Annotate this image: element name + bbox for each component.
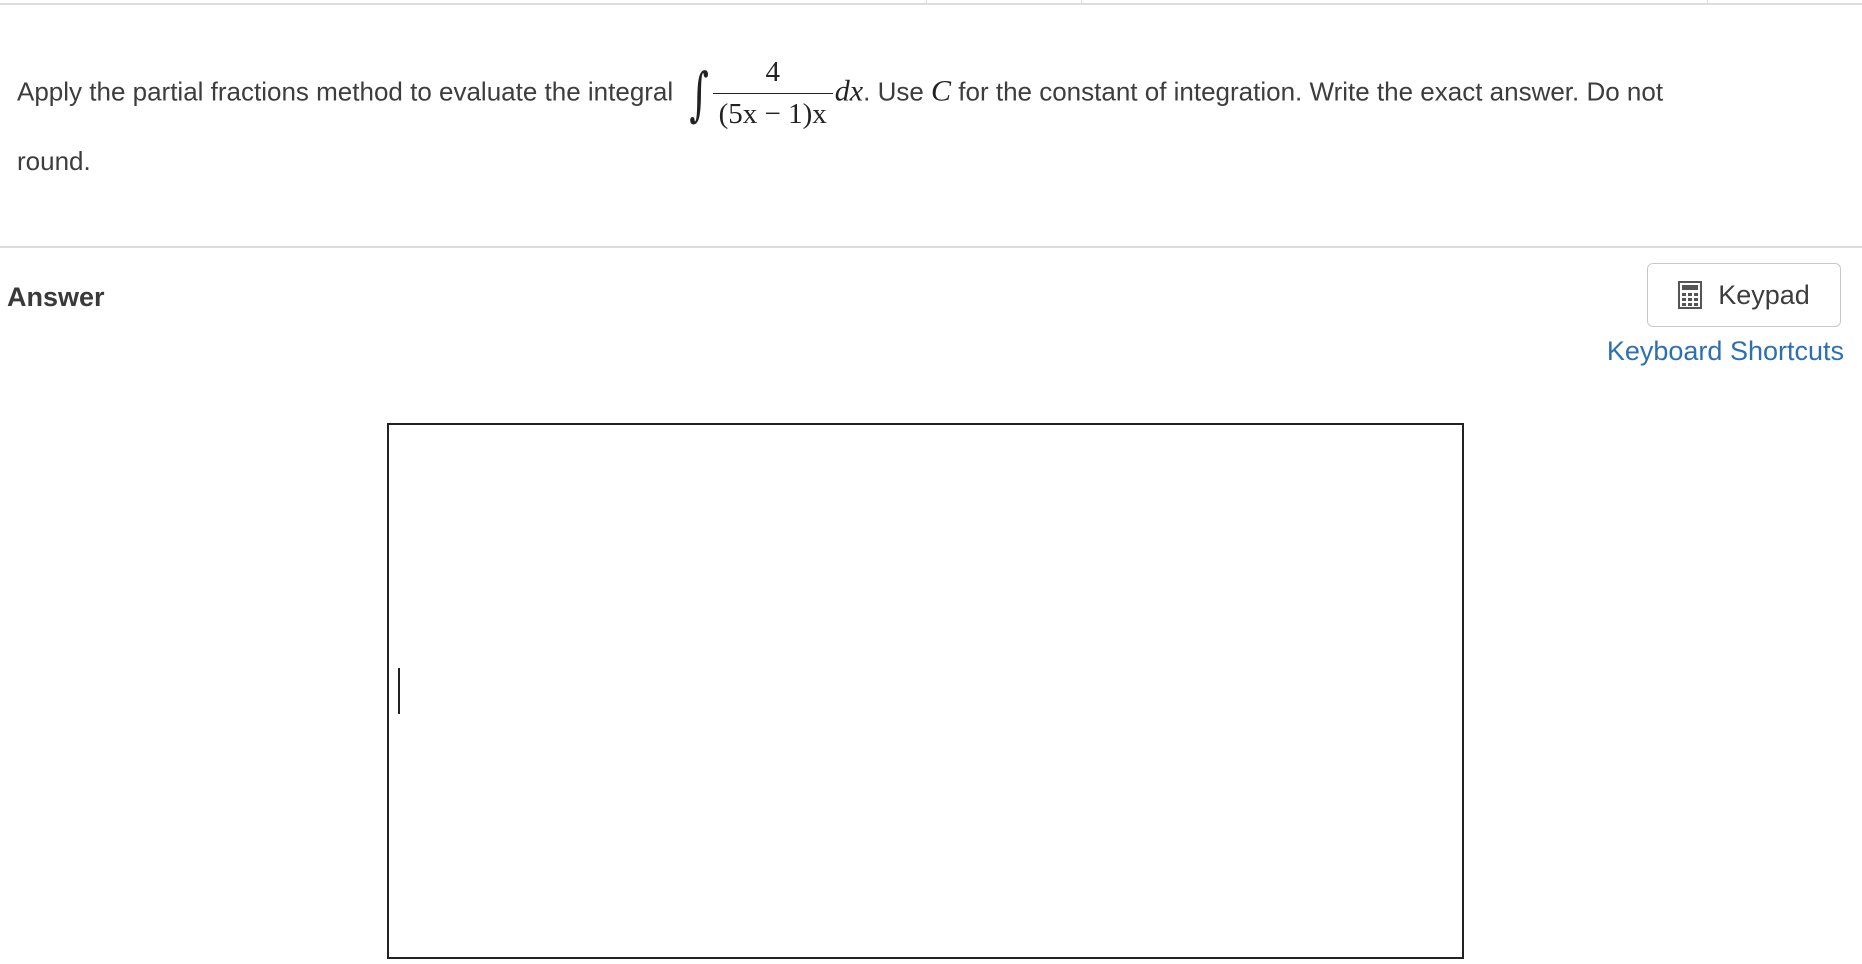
fraction-denominator: (5x − 1)x	[712, 93, 833, 129]
top-border-tick	[926, 0, 927, 3]
question-intro: Apply the partial fractions method to ev…	[17, 76, 674, 107]
top-border-tick	[1081, 0, 1082, 3]
calculator-icon	[1678, 281, 1703, 309]
integral-sign: ∫	[689, 59, 710, 128]
question-text: Apply the partial fractions method to ev…	[17, 58, 1737, 193]
top-border	[0, 0, 1862, 5]
keypad-button-label: Keypad	[1718, 279, 1810, 310]
differential: dx	[834, 74, 864, 108]
fraction-numerator: 4	[765, 56, 780, 88]
text-caret	[398, 668, 400, 714]
keypad-button[interactable]: Keypad	[1647, 263, 1841, 327]
constant-symbol: C	[931, 74, 952, 108]
question-middle: . Use	[863, 76, 932, 107]
fraction: 4 (5x − 1)x	[712, 56, 833, 129]
keyboard-shortcuts-link[interactable]: Keyboard Shortcuts	[1607, 336, 1844, 367]
answer-input-box[interactable]	[387, 423, 1464, 959]
top-border-tick	[1707, 0, 1708, 3]
answer-label: Answer	[7, 282, 105, 312]
section-divider	[0, 246, 1862, 248]
